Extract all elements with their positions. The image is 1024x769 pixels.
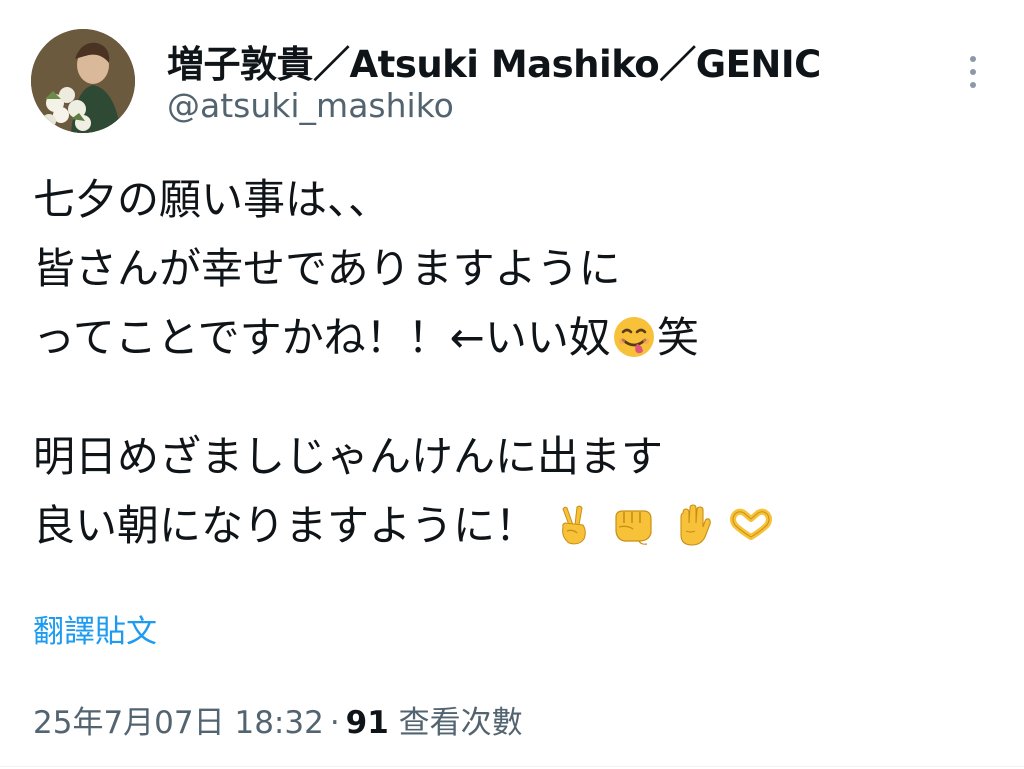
views-label: 查看次數 xyxy=(398,705,523,741)
tweet-line-text: ってことですかね！！←いい奴 xyxy=(33,313,611,362)
tweet: 増子敦貴／Atsuki Mashiko／GENIC @atsuki_mashik… xyxy=(0,0,1024,769)
raised-hand-icon xyxy=(670,503,714,547)
heart-hands-icon xyxy=(729,503,773,547)
translate-post-link[interactable]: 翻譯貼文 xyxy=(33,606,157,651)
tweet-line-text: 笑 xyxy=(656,313,699,362)
tweet-meta: 25年7月07日 18:32 · 91 查看次數 xyxy=(33,697,523,742)
more-dot-icon xyxy=(970,69,976,75)
author-handle[interactable]: @atsuki_mashiko xyxy=(167,86,454,125)
tweet-line: 皆さんが幸せでありますように xyxy=(33,244,621,293)
more-dot-icon xyxy=(970,82,976,88)
avatar[interactable] xyxy=(31,29,135,133)
meta-separator: · xyxy=(329,705,340,741)
oncoming-fist-icon xyxy=(611,503,655,547)
tweet-line: ってことですかね！！←いい奴笑 xyxy=(33,303,993,372)
face-savoring-food-icon xyxy=(612,315,656,359)
timestamp[interactable]: 25年7月07日 18:32 xyxy=(33,705,324,741)
tweet-line: 良い朝になりますように！ xyxy=(33,491,993,560)
views-count[interactable]: 91 xyxy=(346,705,389,741)
tweet-line-text: 良い朝になりますように！ xyxy=(33,501,538,550)
more-dot-icon xyxy=(970,56,976,62)
tweet-line: 明日めざましじゃんけんに出ます xyxy=(33,432,664,481)
tweet-text: 七夕の願い事は、、 皆さんが幸せでありますように ってことですかね！！←いい奴笑… xyxy=(33,165,993,560)
victory-hand-icon xyxy=(551,503,595,547)
tweet-line: 七夕の願い事は、、 xyxy=(33,175,391,224)
avatar-photo-icon xyxy=(31,29,135,133)
divider xyxy=(0,766,1024,767)
more-options-button[interactable] xyxy=(958,50,988,94)
author-display-name[interactable]: 増子敦貴／Atsuki Mashiko／GENIC xyxy=(167,34,821,88)
